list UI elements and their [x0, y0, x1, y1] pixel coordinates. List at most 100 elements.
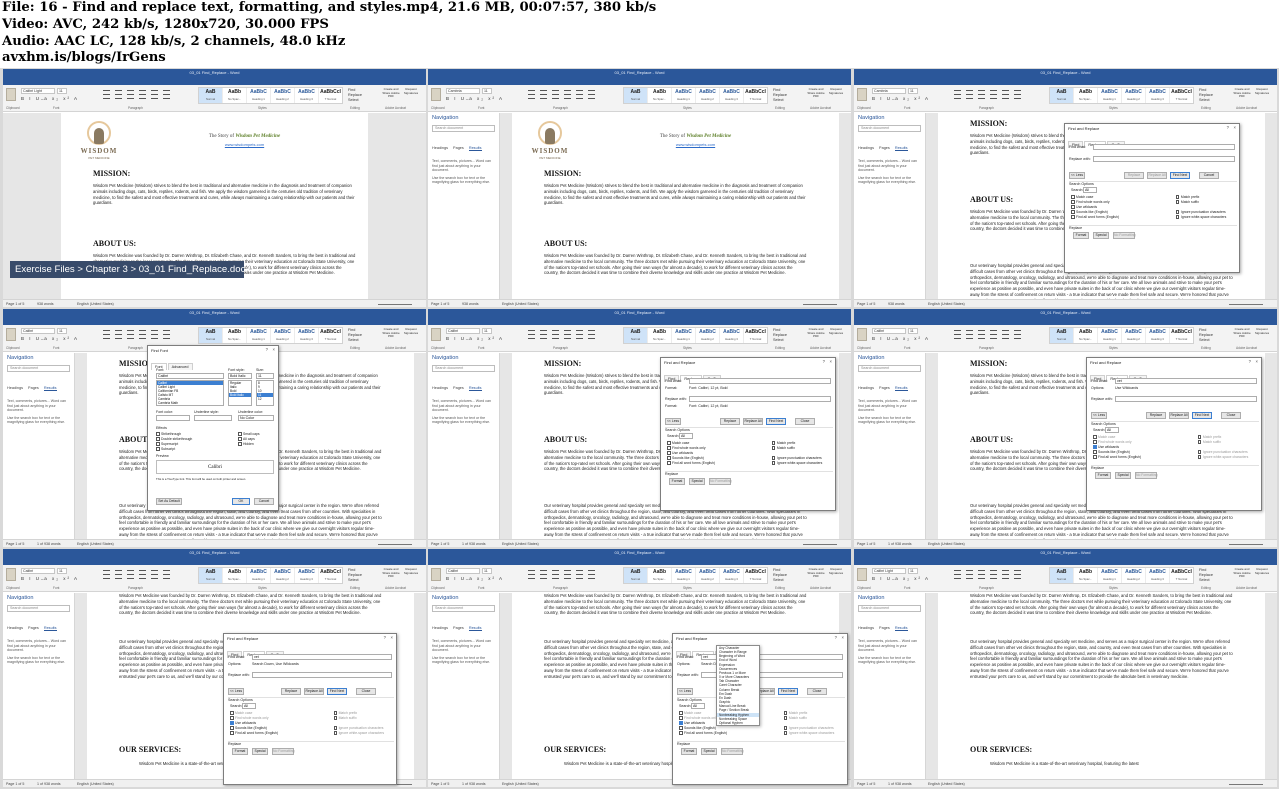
video-thumbnail-2[interactable]: 03_01 Find_Replace - Word FileHomeInsertD…	[428, 69, 851, 307]
paragraph-icon[interactable]	[139, 98, 146, 99]
paragraph-icon[interactable]	[588, 330, 595, 331]
help-icon[interactable]: ?	[835, 635, 837, 640]
paragraph-icon[interactable]	[990, 574, 997, 575]
style-2[interactable]: AaBb No Spac...	[1074, 328, 1098, 343]
font-name-box[interactable]: Calibri	[446, 568, 480, 574]
paragraph-icon[interactable]	[1014, 574, 1021, 575]
style-list[interactable]: Regular Italic Bold Bold Italic	[228, 380, 252, 406]
checkbox-icon[interactable]	[1175, 210, 1180, 214]
less-button[interactable]: << Less	[1091, 412, 1107, 419]
size-input[interactable]: 11	[256, 373, 274, 379]
style-3[interactable]: AaBbC Heading 1	[247, 328, 271, 343]
paragraph-icon[interactable]	[978, 338, 985, 339]
ignore-whitespace-checkbox[interactable]: Ignore white-space characters	[1197, 455, 1248, 459]
no-formatting-button[interactable]: No Formatting	[272, 748, 294, 755]
paragraph-icon[interactable]	[966, 574, 973, 575]
paragraph-icon[interactable]	[163, 334, 170, 335]
paragraph-icon[interactable]	[163, 98, 170, 99]
find-what-input[interactable]	[689, 378, 831, 384]
effect-checkbox[interactable]: Small caps	[238, 432, 260, 436]
checkbox-icon[interactable]	[238, 432, 242, 436]
checkbox-icon[interactable]	[1071, 200, 1075, 204]
paragraph-icon[interactable]	[151, 338, 158, 339]
checkbox-icon[interactable]	[1175, 195, 1180, 199]
ignore-punctuation-checkbox[interactable]: Ignore punctuation characters	[771, 456, 822, 460]
replace-all-button[interactable]: Replace All	[743, 418, 763, 425]
ok-button[interactable]: OK	[232, 498, 250, 505]
nav-tab-headings[interactable]: Headings	[858, 146, 874, 150]
paragraph-icon[interactable]	[552, 574, 559, 575]
editing-select-button[interactable]: Select	[773, 338, 801, 343]
ignore-whitespace-checkbox[interactable]: Ignore white-space characters	[1175, 215, 1226, 219]
font-name-box[interactable]: Calibri	[872, 328, 906, 334]
checkbox-icon[interactable]	[783, 731, 788, 735]
style-1[interactable]: AaB Normal	[624, 88, 648, 103]
status-page[interactable]: Page 1 of 5	[6, 780, 24, 787]
effect-checkbox[interactable]: Hidden	[238, 442, 254, 446]
nav-tab-results[interactable]: Results	[468, 146, 482, 151]
search-direction-select[interactable]: All	[679, 433, 693, 439]
paragraph-icon[interactable]	[139, 330, 146, 331]
use-wildcards-checkbox[interactable]: Use wildcards	[1071, 205, 1097, 209]
paste-button[interactable]	[857, 568, 867, 581]
acrobat-button-1[interactable]: Create and Share Adobe PDF	[1232, 87, 1252, 99]
zoom-slider[interactable]	[378, 544, 412, 545]
checkbox-icon[interactable]	[156, 432, 160, 436]
nav-tab-headings[interactable]: Headings	[432, 386, 448, 390]
paragraph-icon[interactable]	[966, 330, 973, 331]
format-button[interactable]: Format	[1095, 472, 1111, 479]
paragraph-icon[interactable]	[115, 330, 122, 331]
status-words[interactable]: 1 of 938 words	[888, 540, 912, 547]
style-1[interactable]: AaB Normal	[199, 88, 223, 103]
font-name-box[interactable]: Cambria	[872, 88, 906, 94]
whole-words-checkbox[interactable]: Find whole words only	[230, 716, 269, 720]
zoom-slider[interactable]	[1229, 784, 1263, 785]
paragraph-icon[interactable]	[127, 330, 134, 331]
size-list[interactable]: 8 9 10 11 12	[256, 380, 274, 406]
acrobat-button-1[interactable]: Create and Share Adobe PDF	[806, 327, 826, 339]
no-formatting-button[interactable]: No Formatting	[721, 748, 743, 755]
video-thumbnail-8[interactable]: 03_01 Find_Replace - Word FileHomeInsertD…	[428, 549, 851, 787]
paragraph-icon[interactable]	[1014, 338, 1021, 339]
word-forms-checkbox[interactable]: Find all word forms (English)	[1093, 455, 1141, 459]
paragraph-icon[interactable]	[528, 578, 535, 579]
no-formatting-button[interactable]: No Formatting	[709, 478, 731, 485]
paragraph-icon[interactable]	[588, 90, 595, 91]
paragraph-icon[interactable]	[139, 338, 146, 339]
style-2[interactable]: AaBb No Spac...	[648, 568, 672, 583]
paragraph-icon[interactable]	[1014, 334, 1021, 335]
paragraph-icon[interactable]	[163, 570, 170, 571]
nav-tab-results[interactable]: Results	[468, 626, 482, 631]
paragraph-icon[interactable]	[540, 94, 547, 95]
checkbox-icon[interactable]	[1071, 210, 1075, 214]
nav-tab-headings[interactable]: Headings	[858, 386, 874, 390]
style-3[interactable]: AaBbC Heading 1	[1098, 568, 1122, 583]
style-4[interactable]: AaBbC Heading 2	[696, 568, 720, 583]
close-icon[interactable]: ×	[842, 635, 844, 640]
paragraph-icon[interactable]	[990, 334, 997, 335]
style-5[interactable]: AaBbC Heading 3	[295, 568, 319, 583]
paragraph-icon[interactable]	[954, 98, 961, 99]
checkbox-icon[interactable]	[230, 726, 234, 730]
status-page[interactable]: Page 1 of 5	[431, 300, 449, 307]
effect-checkbox[interactable]: Subscript	[156, 447, 175, 451]
paragraph-icon[interactable]	[978, 330, 985, 331]
underline-style-select[interactable]	[194, 415, 232, 421]
cancel-button[interactable]: Close	[795, 418, 815, 425]
acrobat-button-2[interactable]: Request Signatures	[1252, 567, 1272, 575]
find-what-input[interactable]: vet	[252, 654, 392, 660]
navigation-search-input[interactable]: Search document	[858, 605, 921, 612]
paragraph-icon[interactable]	[103, 338, 110, 339]
match-prefix-checkbox[interactable]: Match prefix	[783, 711, 807, 715]
status-page[interactable]: Page 1 of 5	[6, 540, 24, 547]
status-page[interactable]: Page 1 of 5	[857, 780, 875, 787]
word-forms-checkbox[interactable]: Find all word forms (English)	[1071, 215, 1119, 219]
style-2[interactable]: AaBb No Spac...	[223, 88, 247, 103]
nav-tab-headings[interactable]: Headings	[432, 146, 448, 150]
match-suffix-checkbox[interactable]: Match suffix	[333, 716, 357, 720]
help-icon[interactable]: ?	[823, 359, 825, 364]
video-thumbnail-6[interactable]: 03_01 Find_Replace - Word FileHomeInsertD…	[854, 309, 1277, 547]
paragraph-icon[interactable]	[103, 94, 110, 95]
underline-color-select[interactable]: No Color	[238, 415, 274, 421]
effect-checkbox[interactable]: Superscript	[156, 442, 178, 446]
